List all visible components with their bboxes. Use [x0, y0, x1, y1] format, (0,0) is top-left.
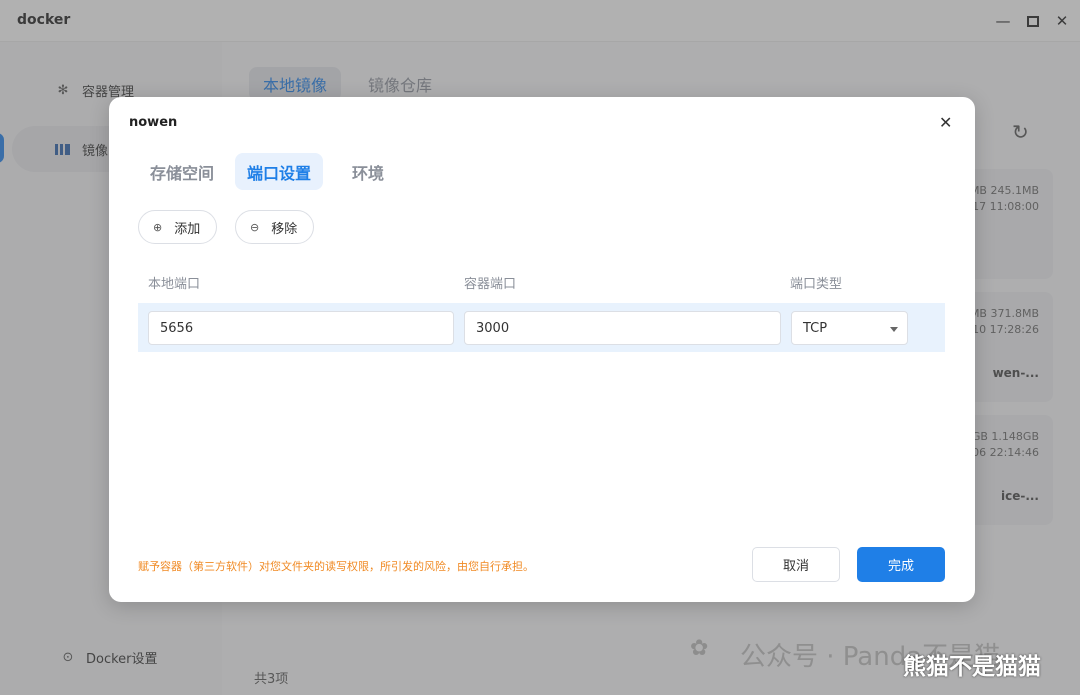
tab-storage[interactable]: 存储空间 [138, 153, 226, 190]
port-settings-dialog: nowen ✕ 存储空间 端口设置 环境 ⊕ 添加 ⊖ 移除 本地端口 容器端口… [109, 97, 975, 602]
container-port-input[interactable]: 3000 [464, 311, 781, 345]
cancel-button[interactable]: 取消 [752, 547, 840, 582]
risk-warning: 赋予容器（第三方软件）对您文件夹的读写权限，所引发的风险，由您自行承担。 [138, 560, 534, 573]
plus-circle-icon: ⊕ [153, 220, 163, 234]
dialog-title: nowen [129, 115, 178, 130]
minus-circle-icon: ⊖ [250, 220, 260, 234]
remove-button[interactable]: ⊖ 移除 [235, 210, 315, 244]
port-type-value: TCP [803, 320, 828, 336]
close-icon[interactable]: ✕ [939, 113, 952, 132]
wechat-icon: ✿ [690, 636, 709, 661]
tab-port-settings[interactable]: 端口设置 [235, 153, 324, 190]
watermark-overlay-text: 熊猫不是猫猫 [903, 654, 1041, 680]
column-header-container-port: 容器端口 [464, 277, 517, 292]
port-type-select[interactable]: TCP [791, 311, 908, 345]
local-port-input[interactable]: 5656 [148, 311, 454, 345]
tab-environment[interactable]: 环境 [340, 153, 396, 190]
column-header-local-port: 本地端口 [148, 277, 201, 292]
add-label: 添加 [174, 221, 201, 237]
add-button[interactable]: ⊕ 添加 [138, 210, 218, 244]
chevron-down-icon [890, 327, 898, 332]
remove-label: 移除 [271, 221, 298, 237]
done-button[interactable]: 完成 [857, 547, 945, 582]
column-header-port-type: 端口类型 [790, 277, 843, 292]
